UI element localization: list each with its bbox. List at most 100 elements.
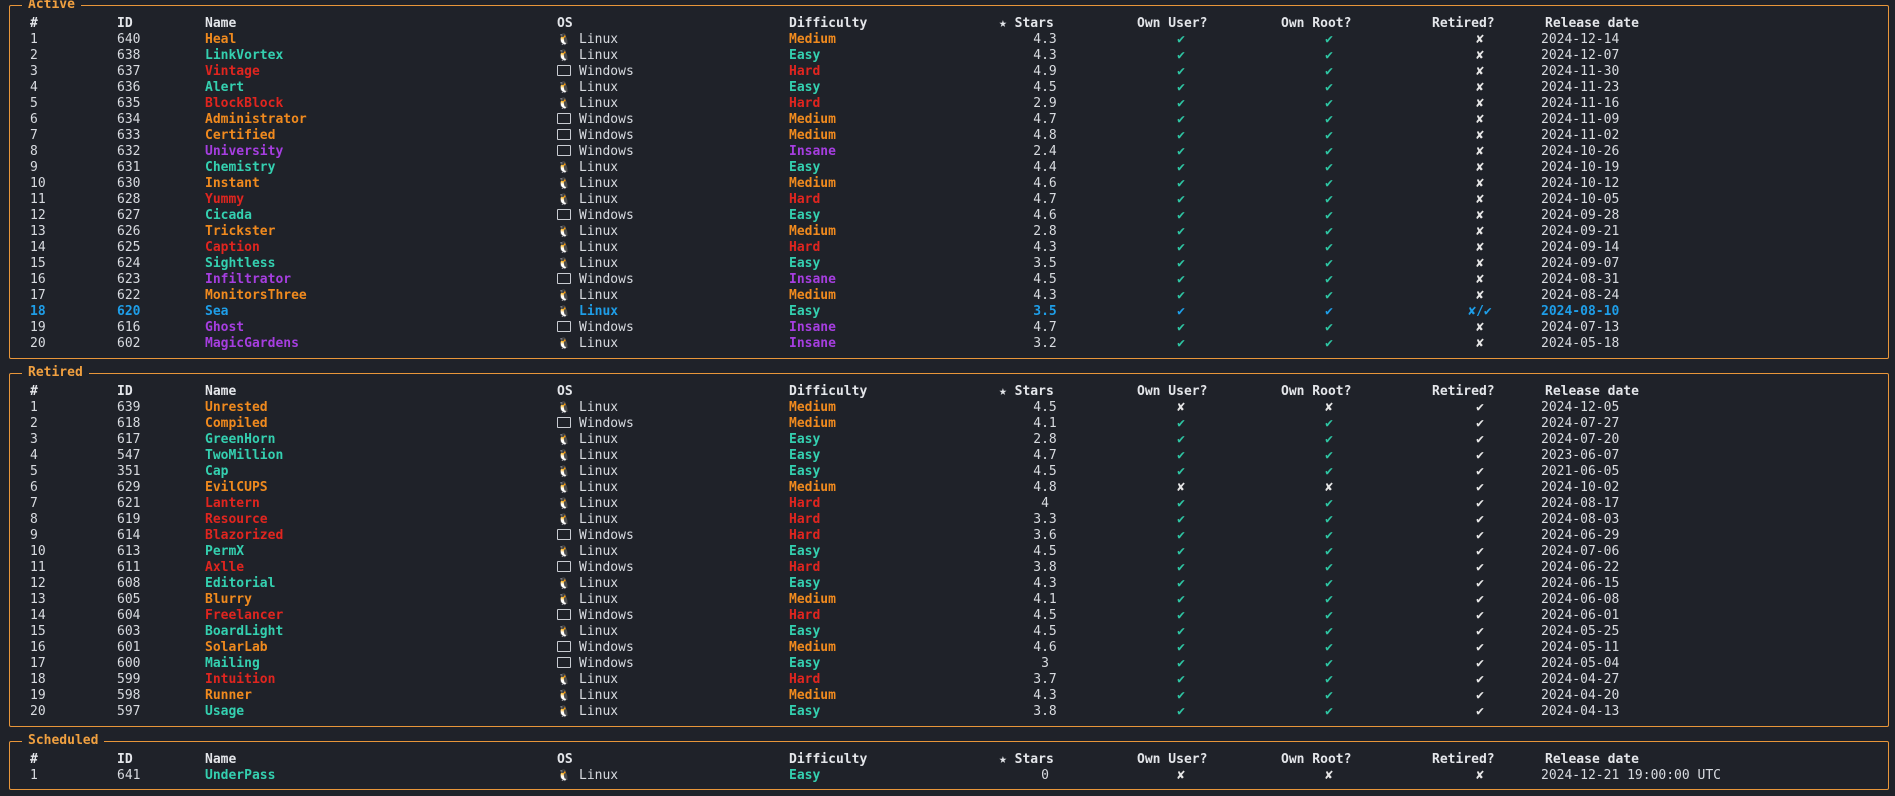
own-root-mark: ✘ bbox=[1325, 768, 1333, 783]
release-date: 2024-07-27 bbox=[1541, 416, 1620, 431]
header-own-user-mark: Own User? bbox=[1137, 752, 1208, 767]
own-user-mark: ✔ bbox=[1177, 704, 1185, 719]
own-user-mark: ✘ bbox=[1177, 480, 1185, 495]
table-row[interactable]: 13 605 Blurry 🐧 Linux Medium 4.1 ✔ ✔ ✔ 2024-06-08 bbox=[10, 592, 1888, 608]
table-row[interactable]: 7 621 Lantern 🐧 Linux Hard 4 ✔ ✔ ✔ 2024-08-17 bbox=[10, 496, 1888, 512]
penguin-icon: 🐧 bbox=[557, 225, 571, 238]
own-user-mark: ✔ bbox=[1177, 464, 1185, 479]
table-row[interactable]: 2 638 LinkVortex 🐧 Linux Easy 4.3 ✔ ✔ ✘ 2024-12-07 bbox=[10, 48, 1888, 64]
table-row[interactable]: 14 625 Caption 🐧 Linux Hard 4.3 ✔ ✔ ✘ 2024-09-14 bbox=[10, 240, 1888, 256]
os-name: Linux bbox=[579, 576, 619, 591]
own-user-mark: ✔ bbox=[1177, 336, 1185, 351]
table-row[interactable]: 6 629 EvilCUPS 🐧 Linux Medium 4.8 ✘ ✘ ✔ 2024-10-02 bbox=[10, 480, 1888, 496]
release-date: 2024-08-10 bbox=[1541, 304, 1620, 319]
table-row[interactable]: 14 604 Freelancer Windows Hard 4.5 ✔ ✔ ✔ 2024-06-… bbox=[10, 608, 1888, 624]
table-row[interactable]: 3 617 GreenHorn 🐧 Linux Easy 2.8 ✔ ✔ ✔ 2024-07-20 bbox=[10, 432, 1888, 448]
table-row[interactable]: 6 634 Administrator Windows Medium 4.7 ✔ ✔ ✘ 2024… bbox=[10, 112, 1888, 128]
difficulty-label: Easy bbox=[789, 464, 821, 479]
table-row[interactable]: 9 614 Blazorized Windows Hard 3.6 ✔ ✔ ✔ 2024-06-2… bbox=[10, 528, 1888, 544]
machine-name: Editorial bbox=[205, 576, 276, 591]
os-name: Linux bbox=[579, 480, 619, 495]
penguin-icon: 🐧 bbox=[557, 257, 571, 270]
table-row[interactable]: 20 602 MagicGardens 🐧 Linux Insane 3.2 ✔ ✔ ✘ 2024-… bbox=[10, 336, 1888, 352]
table-row[interactable]: 16 623 Infiltrator Windows Insane 4.5 ✔ ✔ ✘ 2024-… bbox=[10, 272, 1888, 288]
table-row[interactable]: 18 599 Intuition 🐧 Linux Hard 3.7 ✔ ✔ ✔ 2024-04-27 bbox=[10, 672, 1888, 688]
table-row[interactable]: 18 620 Sea 🐧 Linux Easy 3.5 ✔ ✔ ✘/✔ 2024-08-10 bbox=[10, 304, 1888, 320]
table-row[interactable]: 1 639 Unrested 🐧 Linux Medium 4.5 ✘ ✘ ✔ 2024-12-05 bbox=[10, 400, 1888, 416]
row-number: 4 bbox=[30, 448, 38, 463]
table-row[interactable]: 15 624 Sightless 🐧 Linux Easy 3.5 ✔ ✔ ✘ 2024-09-07 bbox=[10, 256, 1888, 272]
row-number: 9 bbox=[30, 160, 38, 175]
row-number: 1 bbox=[30, 768, 38, 783]
machine-name: UnderPass bbox=[205, 768, 276, 783]
own-root-mark: ✔ bbox=[1325, 64, 1333, 79]
own-user-mark: ✔ bbox=[1177, 176, 1185, 191]
table-row[interactable]: 2 618 Compiled Windows Medium 4.1 ✔ ✔ ✔ 2024-07-2… bbox=[10, 416, 1888, 432]
own-root-mark: ✔ bbox=[1325, 576, 1333, 591]
machine-name: Freelancer bbox=[205, 608, 284, 623]
table-row[interactable]: 12 608 Editorial 🐧 Linux Easy 4.3 ✔ ✔ ✔ 2024-06-15 bbox=[10, 576, 1888, 592]
difficulty-label: Hard bbox=[789, 512, 821, 527]
own-root-mark: ✔ bbox=[1325, 512, 1333, 527]
header-difficulty-label: Difficulty bbox=[789, 752, 868, 767]
os-name: Linux bbox=[579, 48, 619, 63]
table-row[interactable]: 5 635 BlockBlock 🐧 Linux Hard 2.9 ✔ ✔ ✘ 2024-11-16 bbox=[10, 96, 1888, 112]
difficulty-label: Medium bbox=[789, 480, 836, 495]
penguin-icon: 🐧 bbox=[557, 593, 571, 606]
own-root-mark: ✔ bbox=[1325, 320, 1333, 335]
header-difficulty-label: Difficulty bbox=[789, 16, 868, 31]
os-label: 🐧 Linux bbox=[557, 432, 618, 448]
table-row[interactable]: 20 597 Usage 🐧 Linux Easy 3.8 ✔ ✔ ✔ 2024-04-13 bbox=[10, 704, 1888, 720]
difficulty-label: Insane bbox=[789, 336, 836, 351]
table-row[interactable]: 10 630 Instant 🐧 Linux Medium 4.6 ✔ ✔ ✘ 2024-10-12 bbox=[10, 176, 1888, 192]
own-user-mark: ✔ bbox=[1177, 304, 1185, 319]
row-number: 20 bbox=[30, 704, 46, 719]
table-row[interactable]: 16 601 SolarLab Windows Medium 4.6 ✔ ✔ ✔ 2024-05-… bbox=[10, 640, 1888, 656]
section-title: Retired bbox=[22, 364, 89, 382]
table-row[interactable]: 4 636 Alert 🐧 Linux Easy 4.5 ✔ ✔ ✘ 2024-11-23 bbox=[10, 80, 1888, 96]
machine-id: 547 bbox=[117, 448, 141, 463]
table-row[interactable]: 8 619 Resource 🐧 Linux Hard 3.3 ✔ ✔ ✔ 2024-08-03 bbox=[10, 512, 1888, 528]
release-date: 2024-10-19 bbox=[1541, 160, 1620, 175]
row-number: 18 bbox=[30, 304, 46, 319]
table-row[interactable]: 17 622 MonitorsThree 🐧 Linux Medium 4.3 ✔ ✔ ✘ 2024… bbox=[10, 288, 1888, 304]
release-date: 2024-09-21 bbox=[1541, 224, 1620, 239]
table-row[interactable]: 3 637 Vintage Windows Hard 4.9 ✔ ✔ ✘ 2024-11-30 bbox=[10, 64, 1888, 80]
table-row[interactable]: 17 600 Mailing Windows Easy 3 ✔ ✔ ✔ 2024-05-04 bbox=[10, 656, 1888, 672]
table-row[interactable]: 5 351 Cap 🐧 Linux Easy 4.5 ✔ ✔ ✔ 2021-06-05 bbox=[10, 464, 1888, 480]
machine-id: 608 bbox=[117, 576, 141, 591]
window-icon bbox=[557, 113, 571, 124]
table-row[interactable]: 1 640 Heal 🐧 Linux Medium 4.3 ✔ ✔ ✘ 2024-12-14 bbox=[10, 32, 1888, 48]
machine-name: EvilCUPS bbox=[205, 480, 268, 495]
table-row[interactable]: 12 627 Cicada Windows Easy 4.6 ✔ ✔ ✘ 2024-09-28 bbox=[10, 208, 1888, 224]
retired-mark: ✘ bbox=[1476, 336, 1484, 351]
table-row[interactable]: 9 631 Chemistry 🐧 Linux Easy 4.4 ✔ ✔ ✘ 2024-10-19 bbox=[10, 160, 1888, 176]
machine-id: 637 bbox=[117, 64, 141, 79]
difficulty-label: Hard bbox=[789, 672, 821, 687]
row-number: 3 bbox=[30, 64, 38, 79]
own-root-mark: ✔ bbox=[1325, 528, 1333, 543]
table-row[interactable]: 8 632 University Windows Insane 2.4 ✔ ✔ ✘ 2024-10… bbox=[10, 144, 1888, 160]
penguin-icon: 🐧 bbox=[557, 81, 571, 94]
table-row[interactable]: 1 641 UnderPass 🐧 Linux Easy 0 ✘ ✘ ✘ 2024-12-21 19… bbox=[10, 768, 1888, 784]
table-row[interactable]: 13 626 Trickster 🐧 Linux Medium 2.8 ✔ ✔ ✘ 2024-09-… bbox=[10, 224, 1888, 240]
stars-value: 4.1 bbox=[1033, 416, 1057, 431]
machine-id: 639 bbox=[117, 400, 141, 415]
machine-name: Chemistry bbox=[205, 160, 276, 175]
difficulty-label: Easy bbox=[789, 768, 821, 783]
stars-value: 0 bbox=[1041, 768, 1049, 783]
table-row[interactable]: 19 616 Ghost Windows Insane 4.7 ✔ ✔ ✘ 2024-07-13 bbox=[10, 320, 1888, 336]
table-row[interactable]: 7 633 Certified Windows Medium 4.8 ✔ ✔ ✘ 2024-11-… bbox=[10, 128, 1888, 144]
stars-value: 3.8 bbox=[1033, 560, 1057, 575]
table-row[interactable]: 19 598 Runner 🐧 Linux Medium 4.3 ✔ ✔ ✔ 2024-04-20 bbox=[10, 688, 1888, 704]
difficulty-label: Hard bbox=[789, 560, 821, 575]
table-row[interactable]: 15 603 BoardLight 🐧 Linux Easy 4.5 ✔ ✔ ✔ 2024-05-2… bbox=[10, 624, 1888, 640]
table-row[interactable]: 10 613 PermX 🐧 Linux Easy 4.5 ✔ ✔ ✔ 2024-07-06 bbox=[10, 544, 1888, 560]
penguin-icon: 🐧 bbox=[557, 705, 571, 718]
machine-id: 629 bbox=[117, 480, 141, 495]
stars-value: 4.7 bbox=[1033, 192, 1057, 207]
table-row[interactable]: 11 611 Axlle Windows Hard 3.8 ✔ ✔ ✔ 2024-06-22 bbox=[10, 560, 1888, 576]
retired-mark: ✘ bbox=[1476, 112, 1484, 127]
table-row[interactable]: 11 628 Yummy 🐧 Linux Hard 4.7 ✔ ✔ ✘ 2024-10-05 bbox=[10, 192, 1888, 208]
table-row[interactable]: 4 547 TwoMillion 🐧 Linux Easy 4.7 ✔ ✔ ✔ 2023-06-07 bbox=[10, 448, 1888, 464]
